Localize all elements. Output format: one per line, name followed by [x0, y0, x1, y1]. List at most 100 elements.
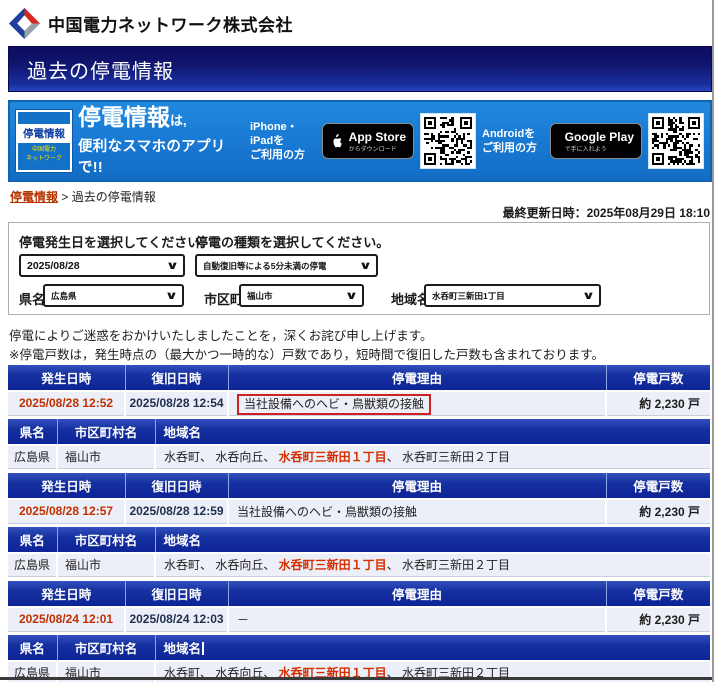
restore-datetime: 2025/08/28 12:54 [125, 391, 228, 415]
outage-block: 発生日時 復旧日時 停電理由 停電戸数 2025/08/24 12:01 202… [8, 581, 710, 682]
city-value: 福山市 [57, 445, 155, 469]
col-header-reason: 停電理由 [228, 473, 606, 499]
breadcrumb: 停電情報 > 過去の停電情報 [10, 188, 156, 205]
breadcrumb-separator: > [61, 190, 68, 204]
outage-tables: 発生日時 復旧日時 停電理由 停電戸数 2025/08/28 12:52 202… [8, 365, 710, 682]
outage-main-table: 発生日時 復旧日時 停電理由 停電戸数 2025/08/28 12:57 202… [8, 473, 710, 524]
col-header-reason: 停電理由 [228, 365, 606, 391]
households-count: 約 2,230 戸 [606, 391, 710, 415]
col-header-households: 停電戸数 [606, 365, 710, 391]
col-header-city: 市区町村名 [57, 527, 155, 553]
date-select[interactable]: 2025/08/28 ∨ [19, 254, 185, 277]
site-header: 中国電力ネットワーク株式会社 [8, 5, 293, 41]
app-icon-subtitle-2: ネットワーク [18, 155, 70, 164]
chevron-down-icon: ∨ [166, 259, 179, 272]
filter-form: 停電発生日を選択してください。 停電の種類を選択してください。 2025/08/… [8, 222, 710, 315]
col-header-households: 停電戸数 [606, 581, 710, 607]
type-select-label: 停電の種類を選択してください。 [195, 232, 389, 251]
page: 中国電力ネットワーク株式会社 過去の停電情報 停電情報 中国電力 ネットワーク … [0, 0, 720, 682]
ios-user-label: iPhone・iPadを ご利用の方 [250, 120, 316, 163]
app-icon-subtitle-1: 中国電力 [18, 146, 70, 155]
app-promo-banner: 停電情報 中国電力 ネットワーク 停電情報は, 便利なスマホのアプリで!! iP… [8, 100, 712, 182]
table-row: 広島県 福山市 水呑町、 水呑向丘、 水呑町三新田１丁目、 水呑町三新田２丁目 [8, 553, 710, 577]
table-row: 2025/08/24 12:01 2025/08/24 12:03 － 約 2,… [8, 607, 710, 631]
col-header-households: 停電戸数 [606, 473, 710, 499]
company-logo-icon [8, 7, 41, 40]
restore-datetime: 2025/08/28 12:59 [125, 499, 228, 523]
households-count: 約 2,230 戸 [606, 499, 710, 523]
date-select-label: 停電発生日を選択してください。 [19, 232, 213, 251]
col-header-occur: 発生日時 [8, 581, 125, 607]
col-header-area: 地域名 [155, 635, 710, 661]
col-header-pref: 県名 [8, 527, 57, 553]
chevron-down-icon: ∨ [165, 289, 178, 302]
chevron-down-icon: ∨ [345, 289, 358, 302]
outage-location-table: 県名 市区町村名 地域名 広島県 福山市 水呑町、 水呑向丘、 水呑町三新田１丁… [8, 527, 710, 578]
outage-block: 発生日時 復旧日時 停電理由 停電戸数 2025/08/28 12:57 202… [8, 473, 710, 577]
outage-reason: － [237, 613, 249, 627]
outage-reason: 当社設備へのヘビ・鳥獣類の接触 [237, 505, 417, 519]
area-list: 水呑町、 水呑向丘、 水呑町三新田１丁目、 水呑町三新田２丁目 [155, 445, 710, 469]
text-caret [202, 642, 204, 655]
col-header-city: 市区町村名 [57, 635, 155, 661]
table-row: 広島県 福山市 水呑町、 水呑向丘、 水呑町三新田１丁目、 水呑町三新田２丁目 [8, 445, 710, 469]
gplay-sublabel: で手に入れよう [565, 144, 634, 153]
col-header-restore: 復旧日時 [125, 473, 228, 499]
households-count: 約 2,230 戸 [606, 607, 710, 631]
chevron-down-icon: ∨ [359, 259, 372, 272]
table-row: 2025/08/28 12:52 2025/08/28 12:54 当社設備への… [8, 391, 710, 415]
prefecture-value: 広島県 [8, 553, 57, 577]
apple-icon [330, 131, 343, 151]
col-header-area: 地域名 [155, 527, 710, 553]
outage-block: 発生日時 復旧日時 停電理由 停電戸数 2025/08/28 12:52 202… [8, 365, 710, 469]
occur-datetime: 2025/08/28 12:57 [8, 499, 125, 523]
breadcrumb-current: 過去の停電情報 [72, 190, 156, 204]
prefecture-select[interactable]: 広島県 ∨ [43, 284, 184, 307]
appstore-label: App Store [349, 130, 406, 144]
app-store-badge[interactable]: App Store からダウンロード [322, 123, 414, 159]
prefecture-value: 広島県 [8, 445, 57, 469]
outage-app-icon: 停電情報 中国電力 ネットワーク [16, 110, 72, 172]
chevron-down-icon: ∨ [582, 289, 595, 302]
col-header-reason: 停電理由 [228, 581, 606, 607]
window-bottom-border [0, 677, 712, 680]
occur-datetime: 2025/08/28 12:52 [8, 391, 125, 415]
highlighted-area: 水呑町三新田１丁目 [279, 558, 387, 572]
occur-datetime: 2025/08/24 12:01 [8, 607, 125, 631]
col-header-area: 地域名 [155, 419, 710, 445]
outage-reason: 当社設備へのヘビ・鳥獣類の接触 [237, 394, 431, 415]
restore-datetime: 2025/08/24 12:03 [125, 607, 228, 631]
gplay-label: Google Play [565, 130, 634, 144]
outage-location-table: 県名 市区町村名 地域名 広島県 福山市 水呑町、 水呑向丘、 水呑町三新田１丁… [8, 419, 710, 470]
company-name: 中国電力ネットワーク株式会社 [48, 11, 293, 36]
area-select[interactable]: 水呑町三新田1丁目 ∨ [424, 284, 601, 307]
outage-main-table: 発生日時 復旧日時 停電理由 停電戸数 2025/08/24 12:01 202… [8, 581, 710, 632]
qr-code-icon [648, 113, 704, 169]
col-header-pref: 県名 [8, 419, 57, 445]
google-play-icon [558, 133, 559, 150]
col-header-city: 市区町村名 [57, 419, 155, 445]
city-select[interactable]: 福山市 ∨ [239, 284, 364, 307]
page-title: 過去の停電情報 [9, 55, 174, 84]
city-value: 福山市 [57, 553, 155, 577]
prefecture-label: 県名 [19, 289, 45, 308]
breadcrumb-link-outage-info[interactable]: 停電情報 [10, 190, 58, 204]
app-icon-title: 停電情報 [18, 124, 70, 143]
area-list: 水呑町、 水呑向丘、 水呑町三新田１丁目、 水呑町三新田２丁目 [155, 553, 710, 577]
col-header-occur: 発生日時 [8, 365, 125, 391]
notice-text: 停電によりご迷惑をおかけいたしましたことを，深くお詫び申し上げます。 ※停電戸数… [9, 327, 604, 365]
outage-type-select[interactable]: 自動復旧等による5分未満の停電 ∨ [195, 254, 378, 277]
highlighted-area: 水呑町三新田１丁目 [279, 450, 387, 464]
last-updated-timestamp: 最終更新日時：2025年08月29日 18:10 [8, 204, 710, 221]
col-header-restore: 復旧日時 [125, 581, 228, 607]
table-row: 2025/08/28 12:57 2025/08/28 12:59 当社設備への… [8, 499, 710, 523]
qr-code-icon [420, 113, 476, 169]
apology-line: 停電によりご迷惑をおかけいたしましたことを，深くお詫び申し上げます。 [9, 327, 604, 346]
col-header-occur: 発生日時 [8, 473, 125, 499]
outage-main-table: 発生日時 復旧日時 停電理由 停電戸数 2025/08/28 12:52 202… [8, 365, 710, 416]
col-header-pref: 県名 [8, 635, 57, 661]
window-right-border [712, 0, 714, 682]
android-user-label: Androidを ご利用の方 [482, 127, 544, 156]
page-title-band: 過去の停電情報 [8, 46, 712, 92]
google-play-badge[interactable]: Google Play で手に入れよう [550, 123, 642, 159]
